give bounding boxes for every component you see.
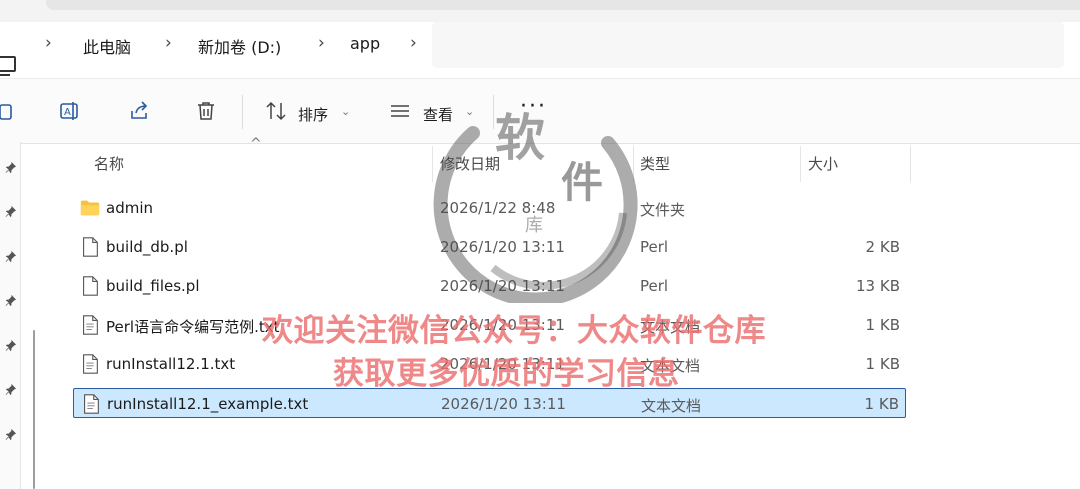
- svg-text:软: 软: [495, 108, 545, 167]
- text-file-icon: [83, 315, 98, 335]
- chevron-right-icon[interactable]: ›: [318, 33, 325, 53]
- copy-icon[interactable]: [0, 99, 18, 123]
- file-name: runInstall12.1_example.txt: [107, 395, 309, 413]
- address-bar[interactable]: › 此电脑 › 新加卷 (D:) › app ›: [0, 22, 1080, 76]
- view-icon[interactable]: [388, 99, 412, 123]
- file-name: Perl语言命令编写范例.txt: [106, 318, 280, 336]
- file-size: 2 KB: [865, 238, 900, 256]
- watermark-line-2: 获取更多优质的学习信息: [333, 356, 680, 392]
- file-type: 文本文档: [641, 397, 702, 415]
- svg-text:A: A: [64, 107, 71, 118]
- pin-icon[interactable]: [4, 428, 17, 441]
- file-size: 1 KB: [865, 316, 900, 334]
- breadcrumb-this-pc[interactable]: 此电脑: [83, 34, 131, 58]
- svg-text:件: 件: [561, 158, 603, 207]
- delete-icon[interactable]: [194, 99, 218, 123]
- file-name: build_db.pl: [106, 238, 188, 256]
- file-date-modified: 2026/1/20 13:11: [441, 395, 566, 413]
- this-pc-icon[interactable]: [0, 56, 16, 76]
- watermark-seal-logo: 软 件 库: [433, 108, 638, 303]
- breadcrumb-app[interactable]: app: [350, 34, 380, 53]
- pin-icon[interactable]: [4, 383, 17, 396]
- file-name: build_files.pl: [106, 277, 200, 295]
- chevron-right-icon[interactable]: ›: [165, 33, 172, 53]
- sort-ascending-icon: ^: [250, 136, 262, 152]
- address-bar-empty-area[interactable]: [432, 22, 1064, 68]
- folder-icon: [80, 200, 100, 216]
- file-type: 文件夹: [640, 201, 686, 219]
- scrollbar[interactable]: [33, 330, 35, 489]
- chevron-right-icon[interactable]: ›: [45, 33, 52, 53]
- file-type: Perl: [640, 277, 669, 295]
- text-file-icon: [84, 394, 99, 414]
- pin-icon[interactable]: [4, 294, 17, 307]
- file-icon: [83, 237, 98, 257]
- sort-button[interactable]: 排序: [298, 104, 328, 125]
- file-size: 1 KB: [864, 395, 899, 413]
- watermark-line-1: 欢迎关注微信公众号：大众软件仓库: [262, 313, 766, 349]
- toolbar-divider: [242, 95, 243, 129]
- svg-text:库: 库: [525, 215, 543, 236]
- chevron-down-icon[interactable]: ⌄: [341, 105, 350, 118]
- column-name[interactable]: 名称: [94, 153, 124, 174]
- breadcrumb-drive-d[interactable]: 新加卷 (D:): [198, 34, 281, 58]
- title-strip: [0, 0, 1080, 22]
- file-type: Perl: [640, 238, 669, 256]
- column-size[interactable]: 大小: [808, 153, 838, 174]
- pin-icon[interactable]: [4, 339, 17, 352]
- rename-icon[interactable]: A: [58, 99, 82, 123]
- text-file-icon: [83, 354, 98, 374]
- file-size: 13 KB: [856, 277, 900, 295]
- chevron-right-icon[interactable]: ›: [410, 33, 417, 53]
- pin-icon[interactable]: [4, 205, 17, 218]
- navigation-pane[interactable]: [0, 142, 21, 489]
- pin-icon[interactable]: [4, 250, 17, 263]
- file-icon: [83, 276, 98, 296]
- file-name: runInstall12.1.txt: [106, 355, 236, 373]
- sort-icon[interactable]: [264, 99, 288, 123]
- column-type[interactable]: 类型: [640, 153, 670, 174]
- share-icon[interactable]: [127, 99, 151, 123]
- file-size: 1 KB: [865, 355, 900, 373]
- file-name: admin: [106, 199, 153, 217]
